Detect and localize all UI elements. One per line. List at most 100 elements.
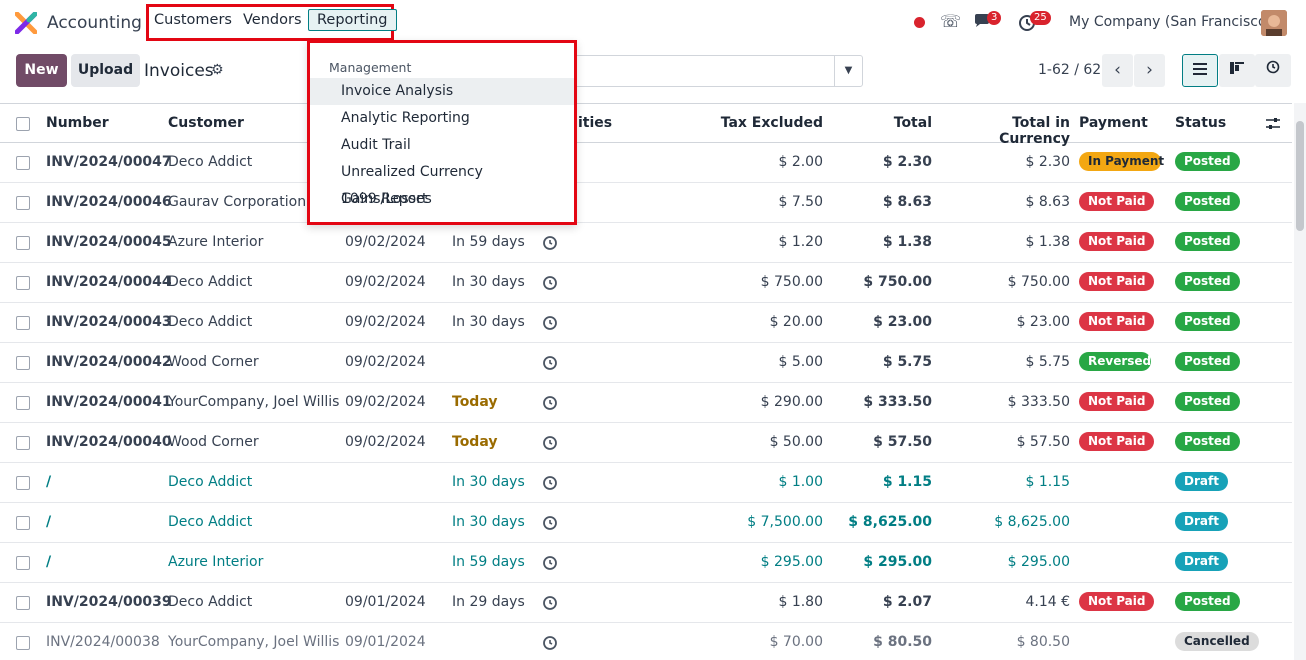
row-checkbox[interactable] bbox=[16, 356, 30, 370]
table-row[interactable]: / Deco Addict In 30 days $ 1.00 $ 1.15 $ 1.15… bbox=[0, 463, 1292, 503]
menu-analytic-reporting[interactable]: Analytic Reporting bbox=[310, 105, 574, 132]
search-options-toggle[interactable]: ▼ bbox=[834, 56, 862, 86]
activity-clock-icon[interactable] bbox=[542, 355, 558, 371]
page-title: Invoices bbox=[144, 61, 214, 81]
row-checkbox[interactable] bbox=[16, 636, 30, 650]
table-row[interactable]: INV/2024/00047 Deco Addict $ 2.00 $ 2.30 $ 2… bbox=[0, 143, 1292, 183]
table-row[interactable]: INV/2024/00044 Deco Addict 09/02/2024 In 30… bbox=[0, 263, 1292, 303]
invoice-number: / bbox=[46, 474, 52, 490]
row-checkbox[interactable] bbox=[16, 276, 30, 290]
table-header: Number Customer ities Tax Excluded Total… bbox=[0, 103, 1292, 147]
kanban-view-button[interactable] bbox=[1219, 54, 1255, 87]
app-name[interactable]: Accounting bbox=[47, 13, 142, 33]
row-checkbox[interactable] bbox=[16, 516, 30, 530]
row-checkbox[interactable] bbox=[16, 596, 30, 610]
tax-excluded: $ 20.00 bbox=[769, 314, 823, 330]
accounting-app-icon[interactable] bbox=[15, 12, 37, 34]
activity-clock-icon[interactable] bbox=[542, 275, 558, 291]
col-number[interactable]: Number bbox=[46, 115, 109, 131]
vertical-scrollbar[interactable] bbox=[1294, 103, 1306, 660]
menu-unrealized-currency[interactable]: Unrealized Currency Gains/Losses bbox=[310, 159, 574, 207]
table-row[interactable]: INV/2024/00043 Deco Addict 09/02/2024 In 30… bbox=[0, 303, 1292, 343]
table-row[interactable]: INV/2024/00038 YourCompany, Joel Willis 09… bbox=[0, 623, 1292, 660]
invoice-number: INV/2024/00042 bbox=[46, 354, 172, 370]
activity-view-button[interactable] bbox=[1255, 54, 1291, 87]
status-badge: Draft bbox=[1175, 472, 1228, 491]
dropdown-section-header: Management bbox=[329, 60, 412, 75]
customer-name: Wood Corner bbox=[168, 354, 259, 370]
user-avatar[interactable] bbox=[1261, 10, 1287, 36]
gear-icon[interactable]: ⚙ bbox=[211, 62, 224, 78]
due-date: In 59 days bbox=[452, 554, 525, 570]
activity-clock-icon[interactable] bbox=[542, 595, 558, 611]
phone-icon[interactable]: ☏ bbox=[940, 12, 961, 32]
status-badge: Posted bbox=[1175, 312, 1240, 331]
menu-1099-report[interactable]: 1099 Report bbox=[310, 186, 574, 213]
col-total[interactable]: Total bbox=[840, 115, 932, 131]
tax-excluded: $ 295.00 bbox=[760, 554, 823, 570]
scrollbar-thumb[interactable] bbox=[1296, 121, 1304, 231]
col-tax-excluded[interactable]: Tax Excluded bbox=[700, 115, 823, 131]
table-row[interactable]: / Deco Addict In 30 days $ 7,500.00 $ 8,625.… bbox=[0, 503, 1292, 543]
optional-columns-toggle-icon[interactable] bbox=[1265, 117, 1281, 131]
list-view-button[interactable] bbox=[1182, 54, 1218, 87]
status-badge: Posted bbox=[1175, 592, 1240, 611]
activity-clock-icon[interactable] bbox=[542, 395, 558, 411]
new-button[interactable]: New bbox=[16, 54, 67, 87]
invoice-date: 09/02/2024 bbox=[345, 394, 426, 410]
col-customer[interactable]: Customer bbox=[168, 115, 244, 131]
due-date: In 59 days bbox=[452, 234, 525, 250]
pager-value[interactable]: 1-62 / 62 bbox=[1038, 62, 1101, 78]
select-all-checkbox[interactable] bbox=[16, 117, 30, 131]
tax-excluded: $ 1.20 bbox=[778, 234, 823, 250]
row-checkbox[interactable] bbox=[16, 196, 30, 210]
recording-indicator-icon[interactable] bbox=[914, 17, 925, 28]
menu-invoice-analysis[interactable]: Invoice Analysis bbox=[310, 78, 574, 105]
col-status[interactable]: Status bbox=[1175, 115, 1226, 131]
company-switcher[interactable]: My Company (San Francisco) bbox=[1069, 14, 1272, 30]
total-in-currency: $ 2.30 bbox=[1025, 154, 1070, 170]
payment-badge: In Payment bbox=[1079, 152, 1164, 171]
row-checkbox[interactable] bbox=[16, 476, 30, 490]
table-row[interactable]: INV/2024/00045 Azure Interior 09/02/2024 In… bbox=[0, 223, 1292, 263]
table-row[interactable]: / Azure Interior In 59 days $ 295.00 $ 295.0… bbox=[0, 543, 1292, 583]
customer-name: YourCompany, Joel Willis bbox=[168, 634, 340, 650]
row-checkbox[interactable] bbox=[16, 156, 30, 170]
row-checkbox[interactable] bbox=[16, 436, 30, 450]
pager-previous-button[interactable]: ‹ bbox=[1102, 54, 1133, 87]
reporting-dropdown: Management Invoice Analysis Analytic Rep… bbox=[307, 40, 577, 225]
activity-clock-icon[interactable] bbox=[542, 475, 558, 491]
table-row[interactable]: INV/2024/00040 Wood Corner 09/02/2024 Today… bbox=[0, 423, 1292, 463]
payment-badge: Not Paid bbox=[1079, 312, 1155, 331]
payment-badge: Not Paid bbox=[1079, 192, 1155, 211]
activity-clock-icon[interactable] bbox=[542, 315, 558, 331]
upload-button[interactable]: Upload bbox=[71, 54, 140, 87]
activity-clock-icon[interactable] bbox=[542, 435, 558, 451]
table-row[interactable]: INV/2024/00046 Gaurav Corporation $ 7.50 $ … bbox=[0, 183, 1292, 223]
table-row[interactable]: INV/2024/00039 Deco Addict 09/01/2024 In 29… bbox=[0, 583, 1292, 623]
col-payment[interactable]: Payment bbox=[1079, 115, 1148, 131]
row-checkbox[interactable] bbox=[16, 556, 30, 570]
tax-excluded: $ 5.00 bbox=[778, 354, 823, 370]
total-amount: $ 8.63 bbox=[882, 194, 932, 210]
nav-vendors[interactable]: Vendors bbox=[243, 12, 302, 28]
search-input[interactable]: ▼ bbox=[560, 55, 863, 87]
menu-audit-trail[interactable]: Audit Trail bbox=[310, 132, 574, 159]
table-row[interactable]: INV/2024/00042 Wood Corner 09/02/2024 $ 5.0… bbox=[0, 343, 1292, 383]
row-checkbox[interactable] bbox=[16, 236, 30, 250]
activity-clock-icon[interactable] bbox=[542, 235, 558, 251]
activity-clock-icon[interactable] bbox=[542, 515, 558, 531]
activity-clock-icon[interactable] bbox=[542, 635, 558, 651]
nav-customers[interactable]: Customers bbox=[154, 12, 232, 28]
activity-clock-icon[interactable] bbox=[542, 555, 558, 571]
activity-view-clock-icon bbox=[1266, 60, 1280, 74]
total-in-currency: $ 5.75 bbox=[1025, 354, 1070, 370]
col-activities[interactable]: ities bbox=[578, 115, 612, 131]
nav-reporting[interactable]: Reporting bbox=[308, 9, 397, 31]
invoice-date: 09/01/2024 bbox=[345, 594, 426, 610]
customer-name: Azure Interior bbox=[168, 554, 264, 570]
row-checkbox[interactable] bbox=[16, 316, 30, 330]
row-checkbox[interactable] bbox=[16, 396, 30, 410]
pager-next-button[interactable]: › bbox=[1134, 54, 1165, 87]
table-row[interactable]: INV/2024/00041 YourCompany, Joel Willis 09… bbox=[0, 383, 1292, 423]
